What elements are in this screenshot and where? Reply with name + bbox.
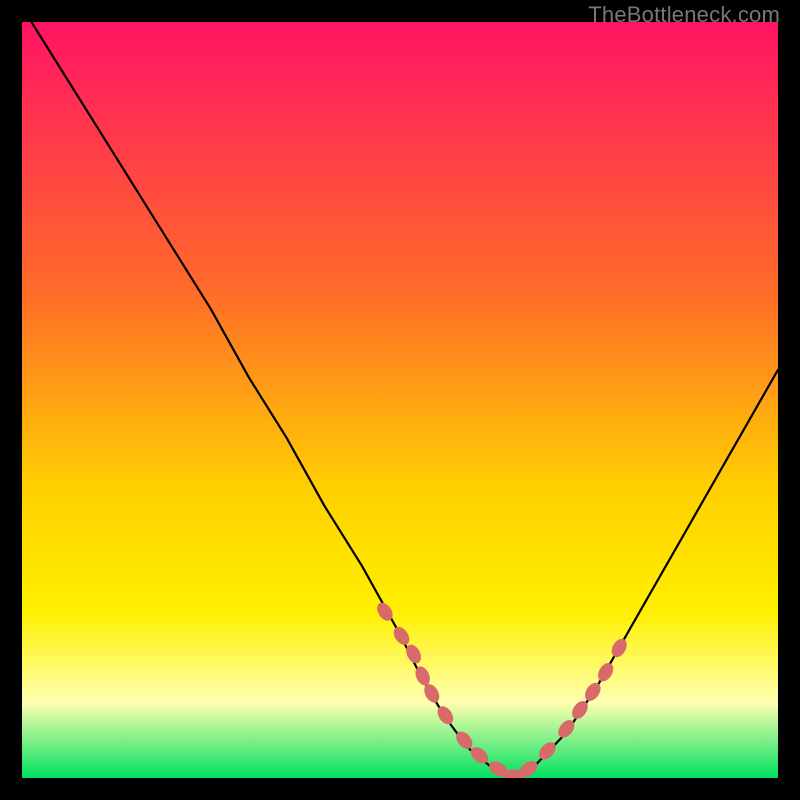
heatmap-background (22, 22, 778, 778)
outer-black-frame: TheBottleneck.com (0, 0, 800, 800)
plot-area (22, 22, 778, 778)
bottleneck-chart (22, 22, 778, 778)
